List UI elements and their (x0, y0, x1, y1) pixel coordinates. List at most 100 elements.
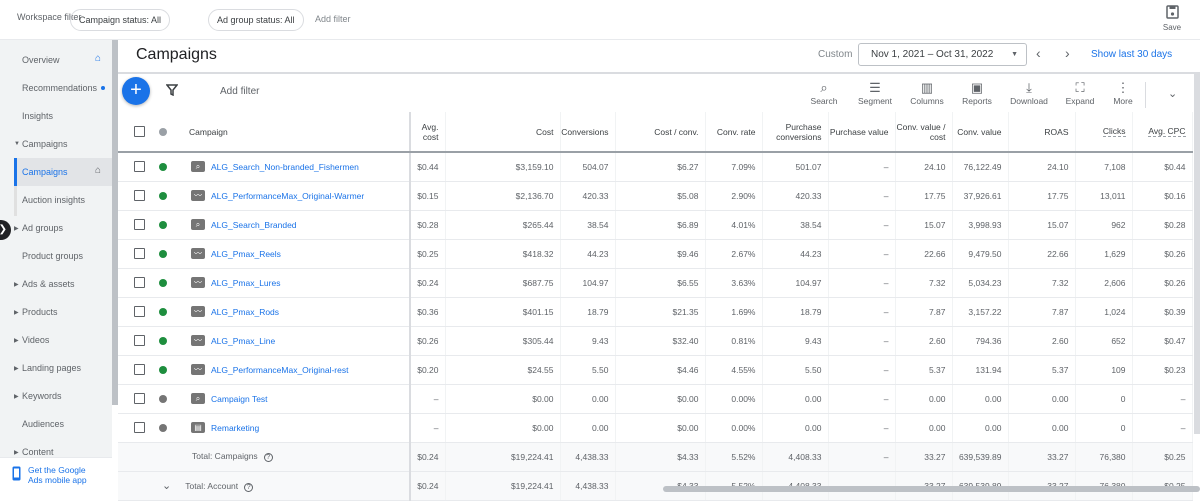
campaign-name-link[interactable]: ALG_Search_Non-branded_Fishermen (211, 162, 359, 172)
metric-cell: $401.15 (445, 297, 561, 327)
column-header[interactable]: Clicks (1075, 112, 1133, 153)
sidebar-item-keywords[interactable]: Keywords (22, 391, 62, 401)
ad-group-status-chip[interactable]: Ad group status: All (208, 9, 304, 31)
campaign-name-link[interactable]: ALG_Pmax_Rods (211, 307, 279, 317)
table-row[interactable]: ⌕ Campaign Test – $0.00 0.00 $0.00 0.00% 0.00–0… (118, 384, 1193, 414)
campaign-name-link[interactable]: ALG_Pmax_Lures (211, 278, 280, 288)
table-vertical-scrollbar[interactable] (1194, 74, 1200, 434)
show-last-30-days-link[interactable]: Show last 30 days (1091, 49, 1172, 60)
enabled-status-icon[interactable] (159, 307, 167, 316)
row-checkbox[interactable] (134, 277, 145, 289)
column-header[interactable]: Purchase value (828, 112, 896, 153)
help-icon[interactable]: ? (263, 453, 273, 462)
table-row[interactable]: 〰 ALG_Pmax_Line $0.26 $305.44 9.43 $32.40 0.81… (118, 326, 1193, 356)
sidebar-item-overview[interactable]: Overview (22, 55, 60, 65)
save-button[interactable]: Save (1160, 5, 1184, 32)
mobile-app-link[interactable]: Get the Google Ads mobile app (0, 457, 112, 493)
dropdown-arrow-icon: ▼ (1011, 51, 1018, 58)
enabled-status-icon[interactable] (159, 162, 167, 171)
table-row[interactable]: ▤ Remarketing – $0.00 0.00 $0.00 0.00% 0.00–0.0… (118, 413, 1193, 443)
workspace-add-filter[interactable]: Add filter (315, 14, 351, 24)
sidebar-item-recommendations[interactable]: Recommendations (22, 83, 97, 93)
columns-tool-button[interactable]: ▥ Columns (904, 80, 950, 106)
table-row[interactable]: 〰 ALG_Pmax_Lures $0.24 $687.75 104.97 $6.55 3.… (118, 268, 1193, 298)
row-checkbox[interactable] (134, 393, 145, 405)
previous-period-button[interactable]: ‹ (1036, 45, 1041, 61)
sidebar-item-campaigns[interactable]: Campaigns (22, 167, 68, 177)
next-period-button[interactable]: › (1065, 45, 1070, 61)
column-header[interactable]: Campaign (118, 112, 411, 153)
table-row[interactable]: 〰 ALG_Pmax_Rods $0.36 $401.15 18.79 $21.35 1.6… (118, 297, 1193, 327)
campaign-cell: ⌕ ALG_Search_Branded (118, 210, 411, 240)
column-header[interactable]: Conv. value / cost (895, 112, 953, 153)
help-icon[interactable]: ? (244, 483, 254, 492)
segment-tool-button[interactable]: ☰ Segment (852, 80, 898, 106)
table-row[interactable]: 〰 ALG_PerformanceMax_Original-Warmer $0.15… (118, 181, 1193, 211)
campaign-name-link[interactable]: ALG_Pmax_Line (211, 336, 275, 346)
search-tool-button[interactable]: ⌕ Search (801, 80, 847, 106)
select-all-checkbox[interactable] (134, 126, 145, 138)
campaign-status-chip[interactable]: Campaign status: All (70, 9, 171, 31)
collapse-toolbar-chevron-icon[interactable]: ⌄ (1168, 87, 1177, 100)
table-row[interactable]: ⌕ ALG_Search_Non-branded_Fishermen $0.44 $3… (118, 152, 1193, 182)
sidebar-item-audiences[interactable]: Audiences (22, 419, 64, 429)
campaign-name-link[interactable]: ALG_Search_Branded (211, 220, 297, 230)
sidebar-item-product-groups[interactable]: Product groups (22, 251, 83, 261)
table-row[interactable]: ⌕ ALG_Search_Branded $0.28 $265.44 38.54 $6.8… (118, 210, 1193, 240)
column-header[interactable]: Conv. rate (705, 112, 763, 153)
sidebar-item-ads-assets[interactable]: Ads & assets (22, 279, 75, 289)
sidebar-item-auction-insights[interactable]: Auction insights (22, 195, 85, 205)
metric-cell: 3,998.93 (952, 210, 1009, 240)
reports-tool-button[interactable]: ▣ Reports (954, 80, 1000, 106)
more-icon: ⋮ (1116, 80, 1130, 95)
enabled-status-icon[interactable] (159, 191, 167, 200)
column-header[interactable]: Purchase conversions (762, 112, 829, 153)
sidebar-item-insights[interactable]: Insights (22, 111, 53, 121)
enabled-status-icon[interactable] (159, 278, 167, 287)
chevron-down-icon[interactable]: ⌄ (162, 480, 171, 492)
table-row[interactable]: 〰 ALG_PerformanceMax_Original-rest $0.20 $2… (118, 355, 1193, 385)
row-checkbox[interactable] (134, 335, 145, 347)
row-checkbox[interactable] (134, 161, 145, 173)
expand-tool-button[interactable]: ⛶ Expand (1057, 80, 1103, 106)
row-checkbox[interactable] (134, 364, 145, 376)
row-checkbox[interactable] (134, 248, 145, 260)
enabled-status-icon[interactable] (159, 249, 167, 258)
more-tool-button[interactable]: ⋮ More (1100, 80, 1146, 106)
column-header[interactable]: Avg. cost (410, 112, 446, 153)
filter-icon[interactable] (166, 84, 178, 96)
paused-status-icon[interactable] (159, 423, 167, 432)
enabled-status-icon[interactable] (159, 365, 167, 374)
sidebar-item-content[interactable]: Content (22, 447, 54, 457)
table-row[interactable]: 〰 ALG_Pmax_Reels $0.25 $418.32 44.23 $9.46 2.6… (118, 239, 1193, 269)
column-header[interactable]: Conv. value (952, 112, 1009, 153)
sidebar-item-products[interactable]: Products (22, 307, 58, 317)
campaign-name-link[interactable]: ALG_Pmax_Reels (211, 249, 281, 259)
column-header[interactable]: ROAS (1008, 112, 1076, 153)
campaign-name-link[interactable]: ALG_PerformanceMax_Original-rest (211, 365, 348, 375)
campaign-name-link[interactable]: ALG_PerformanceMax_Original-Warmer (211, 191, 364, 201)
metric-cell: 7.87 (1008, 297, 1076, 327)
campaign-name-link[interactable]: Remarketing (211, 423, 259, 433)
row-checkbox[interactable] (134, 422, 145, 434)
date-range-picker[interactable]: Nov 1, 2021 – Oct 31, 2022 ▼ (858, 43, 1027, 66)
add-filter-input[interactable]: Add filter (220, 86, 259, 97)
campaign-name-link[interactable]: Campaign Test (211, 394, 268, 404)
column-header[interactable]: Cost / conv. (615, 112, 706, 153)
sidebar-item-ad-groups[interactable]: Ad groups (22, 223, 63, 233)
sidebar-item-videos[interactable]: Videos (22, 335, 49, 345)
paused-status-icon[interactable] (159, 394, 167, 403)
column-header[interactable]: Cost (445, 112, 561, 153)
sidebar-item-campaigns-group[interactable]: Campaigns (22, 139, 68, 149)
download-tool-button[interactable]: ⤓ Download (1006, 80, 1052, 106)
sidebar-item-landing-pages[interactable]: Landing pages (22, 363, 81, 373)
table-horizontal-scrollbar[interactable] (663, 486, 1200, 492)
row-checkbox[interactable] (134, 190, 145, 202)
column-header[interactable]: Avg. CPC (1132, 112, 1193, 153)
column-header[interactable]: Conversions (560, 112, 616, 153)
enabled-status-icon[interactable] (159, 220, 167, 229)
add-campaign-button[interactable]: + (122, 77, 150, 105)
enabled-status-icon[interactable] (159, 336, 167, 345)
row-checkbox[interactable] (134, 219, 145, 231)
row-checkbox[interactable] (134, 306, 145, 318)
